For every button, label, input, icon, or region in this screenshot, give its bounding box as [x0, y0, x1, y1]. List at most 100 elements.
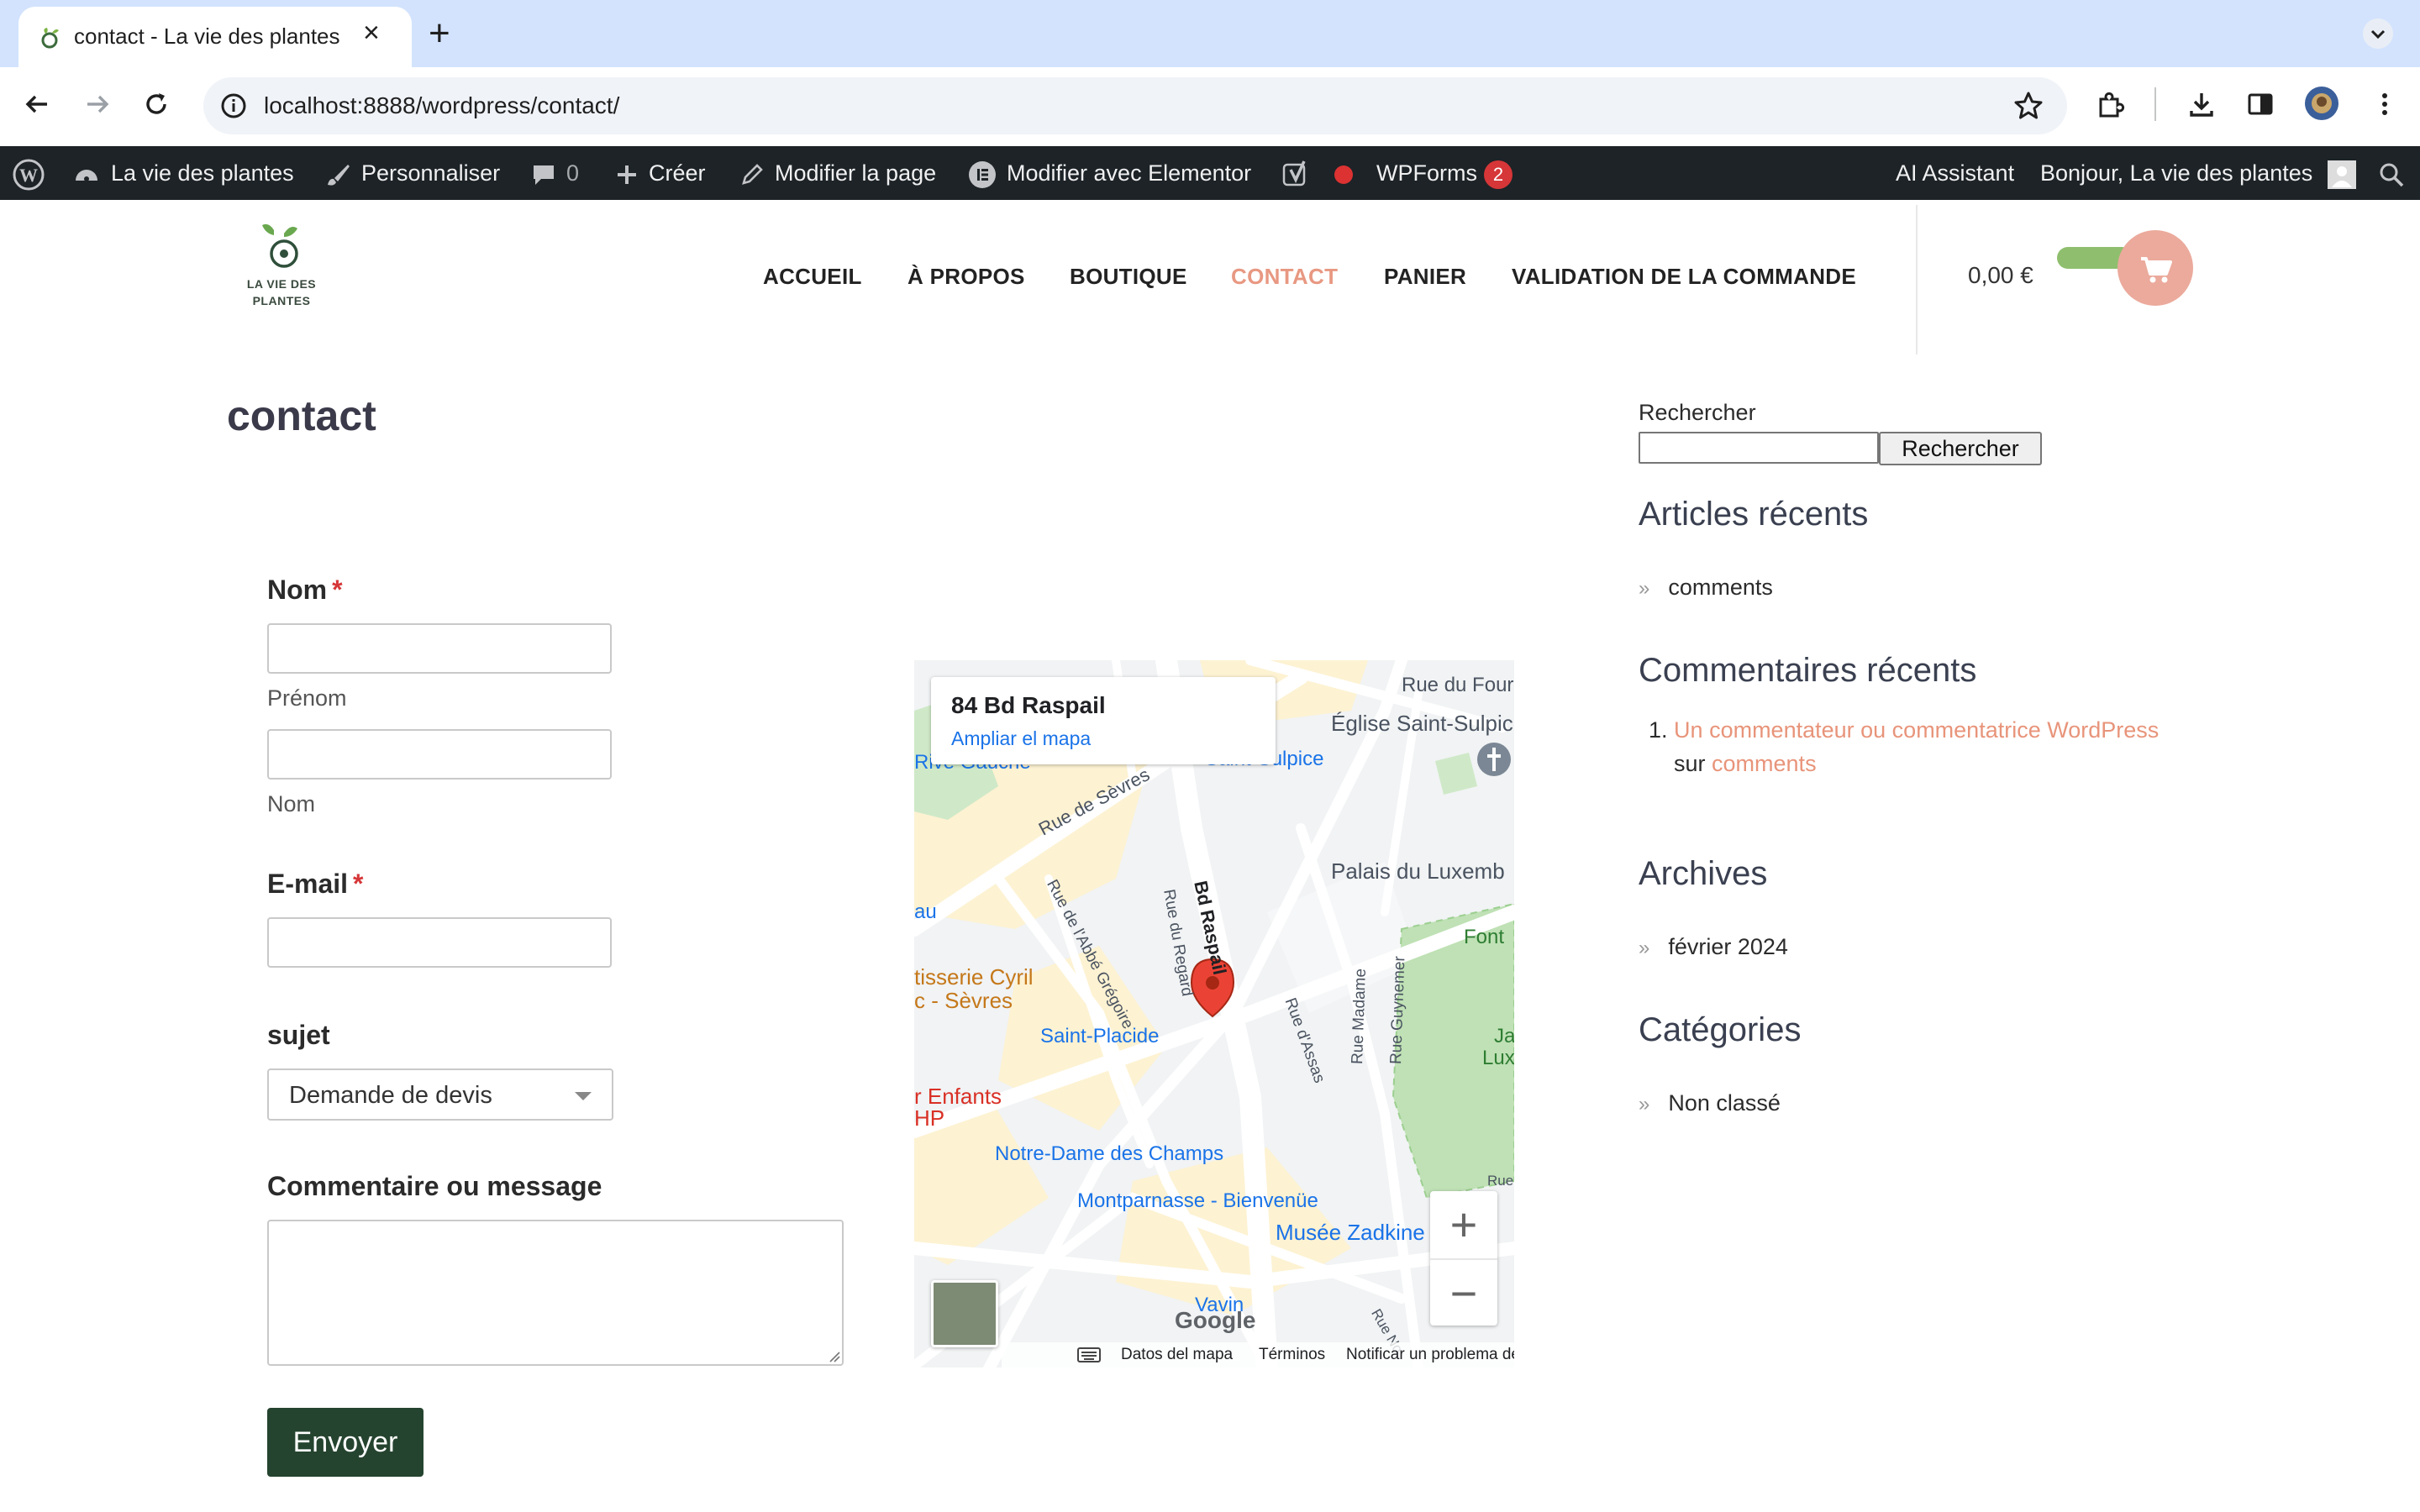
- map-info-card: 84 Bd Raspail Ampliar el mapa: [931, 677, 1276, 764]
- side-panel-icon[interactable]: [2245, 89, 2275, 119]
- forward-icon[interactable]: [82, 89, 113, 119]
- customize-link[interactable]: Personnaliser: [324, 146, 500, 200]
- archive-item[interactable]: » février 2024: [1639, 934, 1788, 960]
- extensions-icon[interactable]: [2096, 89, 2126, 119]
- resize-handle-icon[interactable]: [829, 1351, 840, 1362]
- wpforms-menu[interactable]: WPForms 2: [1376, 146, 1512, 200]
- admin-site-name[interactable]: La vie des plantes: [72, 146, 294, 200]
- recent-comment-author-link[interactable]: Un commentateur ou commentatrice WordPre…: [1674, 717, 2159, 743]
- pencil-icon: [742, 164, 763, 185]
- first-name-sublabel: Prénom: [267, 685, 347, 711]
- message-label: Commentaire ou message: [267, 1171, 602, 1201]
- new-content-link[interactable]: Créer: [615, 146, 706, 200]
- ai-assistant-link[interactable]: AI Assistant: [1896, 146, 2014, 200]
- site-favicon-icon: [41, 28, 59, 49]
- cart-total[interactable]: 0,00 €: [1968, 262, 2033, 289]
- double-chevron-icon: »: [1639, 1093, 1650, 1116]
- logo-text-line1: LA VIE DES: [246, 277, 317, 291]
- double-chevron-icon: »: [1639, 577, 1650, 600]
- map-terms-link[interactable]: Términos: [1259, 1342, 1325, 1368]
- last-name-input[interactable]: [267, 729, 612, 780]
- email-input[interactable]: [267, 917, 612, 968]
- map-zoom-controls: + −: [1430, 1191, 1497, 1326]
- first-name-input[interactable]: [267, 623, 612, 674]
- yoast-seo-menu[interactable]: [1282, 146, 1353, 200]
- satellite-layer-toggle[interactable]: [931, 1280, 998, 1347]
- category-link[interactable]: Non classé: [1668, 1090, 1781, 1116]
- recent-post-link[interactable]: comments: [1668, 575, 1773, 600]
- recent-comments-title: Commentaires récents: [1639, 652, 1977, 689]
- new-tab-icon[interactable]: +: [429, 10, 450, 57]
- url-text: localhost:8888/wordpress/contact/: [264, 92, 620, 118]
- menu-item-boutique[interactable]: BOUTIQUE: [1070, 264, 1187, 290]
- menu-item-contact[interactable]: CONTACT: [1231, 264, 1338, 290]
- recent-comment-on: sur: [1674, 751, 1706, 776]
- edit-elementor-link[interactable]: Modifier avec Elementor: [968, 146, 1251, 200]
- category-item[interactable]: » Non classé: [1639, 1090, 1781, 1116]
- address-bar[interactable]: localhost:8888/wordpress/contact/: [203, 77, 2067, 134]
- map-data-link[interactable]: Datos del mapa: [1121, 1342, 1233, 1368]
- sidebar-search-button[interactable]: Rechercher: [1879, 432, 2042, 465]
- site-info-icon[interactable]: [218, 91, 249, 121]
- map-label-montparnasse: Montparnasse - Bienvenüe: [1077, 1189, 1318, 1212]
- map-label-musee-zadkine: Musée Zadkine: [1276, 1220, 1425, 1245]
- map-address: 84 Bd Raspail: [951, 692, 1106, 718]
- close-tab-icon[interactable]: ×: [363, 17, 380, 50]
- keyboard-icon[interactable]: [1077, 1347, 1101, 1362]
- google-logo: Google: [1175, 1307, 1256, 1333]
- map-label-rue: Rue: [1487, 1173, 1514, 1189]
- menu-item-validation[interactable]: VALIDATION DE LA COMMANDE: [1512, 264, 1856, 290]
- email-label-text: E-mail: [267, 869, 349, 899]
- menu-item-a-propos[interactable]: À PROPOS: [908, 264, 1025, 290]
- map-report-link[interactable]: Notificar un problema de Maps: [1346, 1342, 1514, 1368]
- comments-link[interactable]: 0: [531, 146, 579, 200]
- wordpress-logo-icon[interactable]: W: [12, 146, 45, 200]
- map-label-ja: Ja: [1494, 1025, 1514, 1047]
- recent-comment-post-link[interactable]: comments: [1712, 751, 1817, 776]
- archives-title: Archives: [1639, 855, 1768, 892]
- map-label-rue-du-four: Rue du Four: [1402, 674, 1514, 696]
- menu-item-accueil[interactable]: ACCUEIL: [763, 264, 862, 290]
- browser-menu-icon[interactable]: [2370, 89, 2400, 119]
- dropdown-caret-icon: [575, 1092, 592, 1100]
- archive-link[interactable]: février 2024: [1668, 934, 1788, 959]
- back-icon[interactable]: [22, 89, 52, 119]
- menu-item-panier[interactable]: PANIER: [1384, 264, 1466, 290]
- zoom-in-button[interactable]: +: [1430, 1191, 1497, 1258]
- recent-post-item[interactable]: » comments: [1639, 575, 1773, 601]
- browser-tab[interactable]: contact - La vie des plantes ×: [18, 7, 412, 67]
- bookmark-star-icon[interactable]: [2012, 89, 2045, 123]
- categories-title: Catégories: [1639, 1011, 1802, 1048]
- wpforms-badge: 2: [1483, 160, 1512, 189]
- admin-search-icon[interactable]: [2378, 146, 2405, 200]
- elementor-icon: [969, 160, 996, 188]
- reload-icon[interactable]: [141, 89, 171, 119]
- map-label-palais-luxembourg: Palais du Luxemb: [1331, 858, 1505, 884]
- edit-page-link[interactable]: Modifier la page: [739, 146, 936, 200]
- submit-button[interactable]: Envoyer: [267, 1408, 424, 1477]
- tab-search-chevron-icon[interactable]: [2363, 18, 2393, 49]
- google-map[interactable]: Rue du Four Église Saint-Sulpic Saint-Su…: [914, 660, 1514, 1368]
- plus-icon: [618, 165, 636, 184]
- tab-title: contact - La vie des plantes: [74, 24, 340, 49]
- last-name-sublabel: Nom: [267, 791, 316, 816]
- map-label-au: au: [914, 900, 937, 923]
- enlarge-map-link[interactable]: Ampliar el mapa: [951, 727, 1091, 750]
- header-divider: [1916, 205, 1918, 354]
- message-textarea[interactable]: [267, 1220, 844, 1366]
- recent-posts-title: Articles récents: [1639, 496, 1869, 533]
- svg-text:W: W: [19, 165, 38, 186]
- zoom-out-button[interactable]: −: [1430, 1258, 1497, 1326]
- profile-avatar-icon[interactable]: [2304, 86, 2339, 121]
- download-icon[interactable]: [2186, 89, 2217, 119]
- edit-elementor-label: Modifier avec Elementor: [1007, 160, 1252, 186]
- site-logo[interactable]: LA VIE DES PLANTES: [235, 222, 328, 314]
- cart-button[interactable]: [2118, 230, 2193, 306]
- recent-comment-line2: sur comments: [1674, 751, 1817, 777]
- edit-page-label: Modifier la page: [775, 160, 937, 186]
- account-menu[interactable]: Bonjour, La vie des plantes: [2040, 146, 2356, 200]
- sidebar-search-input[interactable]: [1639, 432, 1879, 464]
- subject-select[interactable]: Demande de devis: [267, 1068, 613, 1121]
- brush-icon: [328, 164, 350, 186]
- page-title: contact: [227, 392, 376, 439]
